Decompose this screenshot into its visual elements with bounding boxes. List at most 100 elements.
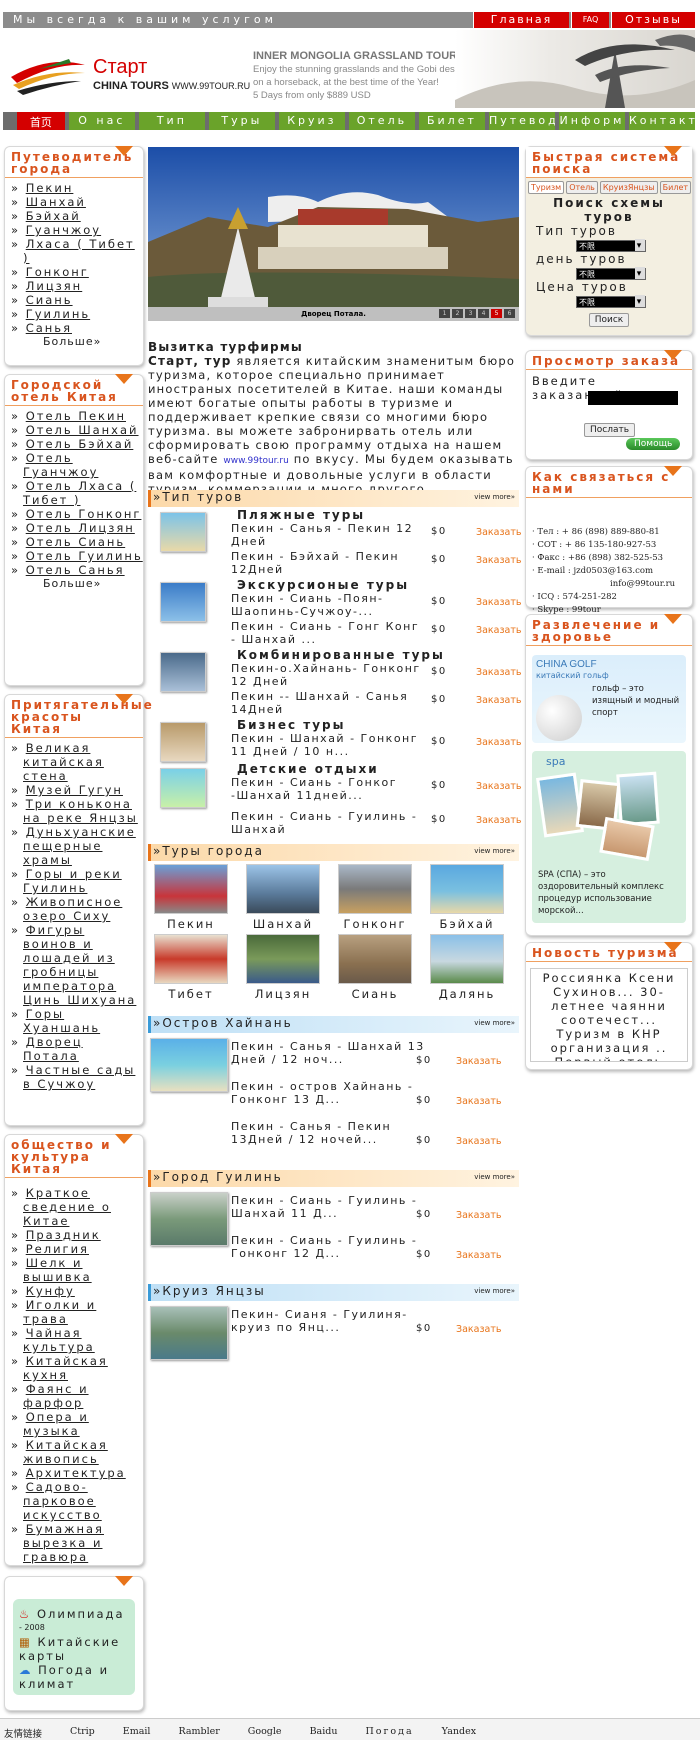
order-link[interactable]: Заказать [456,1055,501,1068]
tour-name[interactable]: Пекин - Сиань -Поян- Шаопинь-Сучжоу-... [231,592,426,618]
send-button[interactable]: Послать [584,423,636,437]
link[interactable]: Опера и музыка [23,1410,89,1438]
cat-excursion[interactable]: Экскурсионые туры [237,578,409,592]
tour-name[interactable]: Пекин - Сиань - Гуилинь - Гонконг 12 Д..… [231,1234,426,1260]
link[interactable]: Отель Санья [26,563,125,577]
link[interactable]: Живописное озеро Сиху [23,895,122,923]
list-item[interactable]: Чайная культура [23,1326,143,1354]
list-item[interactable]: Отель Гуилинь [23,549,143,563]
link[interactable]: Горы Хуаншань [23,1007,100,1035]
list-item[interactable]: Пекин [23,181,143,195]
tour-row[interactable]: Пекин - Бэйхай - Пекин 12Дней $0 Заказать [231,550,521,578]
link[interactable]: Отель Лхаса ( Тибет ) [23,479,136,507]
city-tile[interactable]: Бэйхай [430,864,504,931]
list-item[interactable]: Отель Гуанчжоу [23,451,143,479]
link[interactable]: Шелк и вышивка [23,1256,92,1284]
list-item[interactable]: Горы и реки Гуилинь [23,867,143,895]
link[interactable]: Чайная культура [23,1326,95,1354]
tour-row[interactable]: Пекин - остров Хайнань - Гонконг 13 Д...… [231,1080,521,1120]
tour-name[interactable]: Пекин - Сиань - Гуилинь - Шанхай 11 Д... [231,1194,426,1220]
list-item[interactable]: Лхаса ( Тибет ) [23,237,143,265]
list-item[interactable]: Отель Санья [23,563,143,577]
nav-tours[interactable]: Туры [208,112,275,130]
list-item[interactable]: Три конькона на реке Янцзы [23,797,143,825]
link[interactable]: Горы и реки Гуилинь [23,867,122,895]
type-select[interactable]: 不限 [536,238,692,252]
order-link[interactable]: Заказать [456,1209,501,1222]
contact-email[interactable]: · E-mail : jzd0503@163.com [532,565,686,578]
top-nav-home[interactable]: Главная [473,12,569,28]
tour-name[interactable]: Пекин - Сиань - Гонг Конг - Шанхай ... [231,620,426,646]
city-tile[interactable]: Шанхай [246,864,320,931]
city-tile[interactable]: Сиань [338,934,412,1001]
order-link[interactable]: Заказать [476,736,521,749]
order-number-input[interactable] [588,391,678,405]
hainan-photo[interactable] [150,1038,228,1092]
city-name[interactable]: Шанхай [253,917,313,931]
excursion-thumb[interactable] [160,582,206,622]
list-item[interactable]: Лицзян [23,279,143,293]
city-photo[interactable] [154,934,228,984]
nav-home[interactable]: 首页 [17,112,65,130]
city-name[interactable]: Далянь [439,987,496,1001]
tab-cruise[interactable]: КруизЯнцзы [599,181,658,194]
link[interactable]: Китайская кухня [23,1354,108,1382]
slide-dot[interactable]: 2 [452,309,463,318]
link[interactable]: Отель Шанхай [26,423,139,437]
nav-contact[interactable]: Контакт [628,112,695,130]
view-more-link[interactable]: view more» [474,847,515,855]
link[interactable]: Религия [26,1242,89,1256]
nav-type[interactable]: Тип [138,112,205,130]
link[interactable]: Частные сады в Сучжоу [23,1063,135,1091]
nav-cruise[interactable]: Круиз [278,112,345,130]
tour-name[interactable]: Пекин-о.Хайнань- Гонконг 12 Дней [231,662,426,688]
city-tile[interactable]: Далянь [430,934,504,1001]
list-item[interactable]: Отель Лицзян [23,521,143,535]
order-link[interactable]: Заказать [456,1249,501,1262]
city-name[interactable]: Пекин [167,917,215,931]
list-item[interactable]: Отель Гонконг [23,507,143,521]
intro-url[interactable]: www.99tour.ru [223,456,288,466]
tour-name[interactable]: Пекин - Сиань - Гонког -Шанхай 11дней... [231,776,426,802]
list-item[interactable]: Дворец Потала [23,1035,143,1063]
cruise-photo[interactable] [150,1306,228,1360]
list-item[interactable]: Фаянс и фарфор [23,1382,143,1410]
city-photo[interactable] [430,934,504,984]
list-item[interactable]: Гуанчжоу [23,223,143,237]
view-more-link[interactable]: view more» [474,1287,515,1295]
link[interactable]: Отель Гуанчжоу [23,451,98,479]
tab-ticket[interactable]: Билет [659,181,692,194]
link[interactable]: Отель Гуилинь [26,549,143,563]
list-item[interactable]: Горы Хуаншань [23,1007,143,1035]
city-tile[interactable]: Пекин [154,864,228,931]
link[interactable]: Гонконг [26,265,89,279]
tour-row[interactable]: Пекин - Сиань - Гуилинь - Гонконг 12 Д..… [231,1234,521,1274]
combined-thumb[interactable] [160,652,206,692]
footer-link[interactable]: Email [123,1726,151,1737]
link[interactable]: Отель Лицзян [26,521,135,535]
tour-row[interactable]: Пекин - Сиань -Поян- Шаопинь-Сучжоу-... $… [231,592,521,620]
city-photo[interactable] [154,864,228,914]
tour-row[interactable]: Пекин -- Шанхай - Санья 14Дней $0 Заказать [231,690,521,718]
cat-beach[interactable]: Пляжные туры [237,508,365,522]
view-more-link[interactable]: view more» [474,1173,515,1181]
order-link[interactable]: Заказать [476,554,521,567]
city-tile[interactable]: Гонконг [338,864,412,931]
news-ticker[interactable]: Россиянка Ксени Сухинов... 30-летнее чая… [530,968,688,1062]
city-name[interactable]: Лицзян [255,987,312,1001]
cat-business[interactable]: Бизнес туры [237,718,345,732]
list-item[interactable]: Дуньхуанские пещерные храмы [23,825,143,867]
slide-dot[interactable]: 1 [439,309,450,318]
order-link[interactable]: Заказать [456,1095,501,1108]
order-link[interactable]: Заказать [476,694,521,707]
list-item[interactable]: Сиань [23,293,143,307]
list-item[interactable]: Фигуры воинов и лошадей из гробницы импе… [23,923,143,1007]
city-name[interactable]: Тибет [168,987,213,1001]
link[interactable]: Иголки и трава [23,1298,96,1326]
nav-hotel[interactable]: Отель [348,112,415,130]
footer-link[interactable]: Rambler [178,1726,219,1737]
link[interactable]: Архитектура [26,1466,126,1480]
link[interactable]: Санья [26,321,72,335]
list-item[interactable]: Музей Гугун [23,783,143,797]
cat-kids[interactable]: Детские отдыхи [237,762,379,776]
